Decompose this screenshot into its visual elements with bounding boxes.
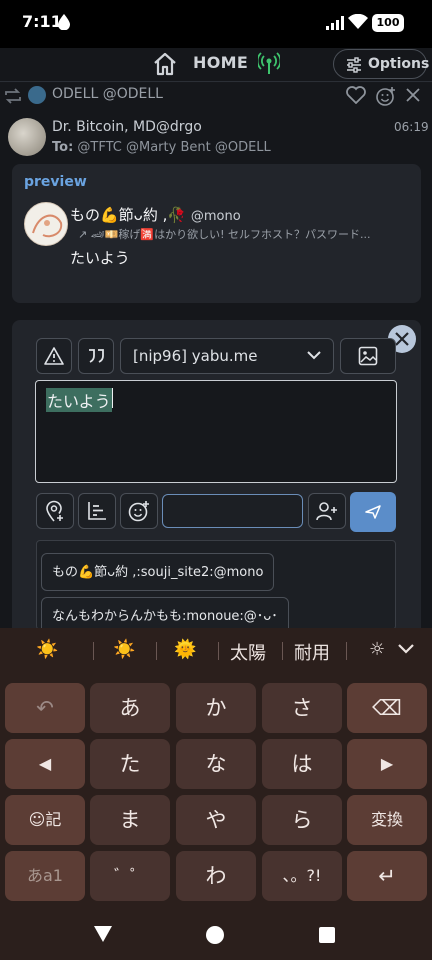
preview-author: もの💪‍節ᴗ約 ,🥀 @mono [70,206,241,224]
wifi-icon [348,14,368,30]
upload-server-select[interactable]: [nip96] yabu.me [120,338,334,374]
expand-candidates-icon[interactable] [398,644,414,654]
chart-icon [88,502,106,520]
key-sa[interactable]: さ [262,683,342,733]
top-navigation: HOME Options [0,48,432,82]
repost-header: ODELL @ODELL [0,84,432,108]
ime-candidate-bar: ☀️ ☀️ 🌞 太陽 耐用 ☼ [0,628,432,674]
mention-suggestions: もの💪‍節ᴗ約 ,:souji_site2:@mono なんもわからんかもも:m… [36,540,396,630]
suggestion-item[interactable]: なんもわからんかもも:monoue:@･ᴗ･ [41,597,289,629]
preview-card: preview もの💪‍節ᴗ約 ,🥀 @mono ↗ 🏎💴稼げ🈵はかり欲しい! … [12,164,421,303]
key-ta[interactable]: た [90,739,170,789]
post-header: Dr. Bitcoin, MD@drgo 06:19 To: @TFTC @Ma… [0,112,432,162]
avatar[interactable] [28,86,46,104]
repost-icon [4,88,22,104]
attach-image-button[interactable] [340,338,396,374]
add-user-icon [316,502,337,521]
send-button[interactable] [350,492,396,532]
candidate-sun-emoji[interactable]: ☀️ [36,639,58,660]
location-plus-icon [46,500,63,522]
candidate-sun-face-emoji[interactable]: 🌞 [174,639,196,660]
image-icon [358,346,378,366]
cursor-left-key[interactable]: ◀ [5,739,85,789]
input-mode-key[interactable]: あa1 [5,851,85,901]
mention-user-button[interactable] [308,493,346,529]
relay-status-icon[interactable] [258,52,280,76]
divider [93,642,94,660]
key-wa[interactable]: わ [176,851,256,901]
suggestion-item[interactable]: もの💪‍節ᴗ約 ,:souji_site2:@mono [41,553,275,591]
key-na[interactable]: な [176,739,256,789]
avatar [24,202,68,246]
heart-icon[interactable] [346,86,366,104]
sliders-icon [346,57,362,73]
punctuation-key[interactable]: 、。?! [262,851,342,901]
emoji-plus-icon [128,501,149,522]
quote-icon [89,349,104,363]
quote-button[interactable] [78,338,114,374]
options-button[interactable]: Options [333,49,430,79]
back-icon[interactable] [94,926,112,942]
options-label: Options [368,56,430,72]
repost-author[interactable]: ODELL @ODELL [52,86,163,102]
send-icon [365,505,381,519]
upload-server-value: [nip96] yabu.me [133,347,258,365]
emoji-symbol-key[interactable]: ☺記 [5,795,85,845]
cursor-right-key[interactable]: ▶ [347,739,427,789]
battery-icon: 100 [372,14,404,32]
home-icon[interactable] [152,51,178,77]
candidate-sun-emoji-2[interactable]: ☀️ [113,639,135,660]
add-location-button[interactable] [36,493,74,529]
post-author[interactable]: Dr. Bitcoin, MD@drgo [52,119,202,135]
recents-button[interactable] [319,927,335,943]
avatar[interactable] [8,118,46,156]
clock: 7:11 [22,12,62,31]
post-time: 06:19 [394,120,429,134]
signal-icon [326,16,344,30]
home-label[interactable]: HOME [193,53,248,72]
system-nav-bar [0,912,432,960]
key-a[interactable]: あ [90,683,170,733]
divider [282,642,283,660]
keyboard: ↶ あ か さ ⌫ ◀ た な は ▶ ☺記 ま や ら 変換 あa1 ゛゜ わ… [0,674,432,914]
preview-bio: ↗ 🏎💴稼げ🈵はかり欲しい! セルフホスト？パスワード... [78,228,371,241]
divider [156,642,157,660]
enter-key[interactable]: ↵ [347,851,427,901]
close-icon[interactable] [405,87,421,103]
warning-icon [44,347,64,365]
data-saver-icon [58,14,70,30]
compose-textarea[interactable]: たいよう [35,380,397,483]
candidate-taiyo-kanji[interactable]: 太陽 [230,639,266,665]
home-button[interactable] [206,926,224,944]
add-reaction-icon[interactable] [376,86,396,106]
chevron-down-icon [307,351,321,360]
key-ka[interactable]: か [176,683,256,733]
key-ha[interactable]: は [262,739,342,789]
key-ya[interactable]: や [176,795,256,845]
divider [218,642,219,660]
undo-key[interactable]: ↶ [5,683,85,733]
poll-button[interactable] [78,493,116,529]
key-ma[interactable]: ま [90,795,170,845]
key-ra[interactable]: ら [262,795,342,845]
content-warning-button[interactable] [36,338,72,374]
post-recipients: To: @TFTC @Marty Bent @ODELL [52,140,271,155]
add-emoji-button[interactable] [120,493,158,529]
divider [346,642,347,660]
backspace-key[interactable]: ⌫ [347,683,427,733]
preview-label: preview [24,174,87,190]
dakuten-key[interactable]: ゛゜ [90,851,170,901]
candidate-sun-symbol[interactable]: ☼ [369,639,385,660]
preview-body: たいよう [70,249,130,267]
compose-text: たいよう [46,388,112,412]
convert-key[interactable]: 変換 [347,795,427,845]
candidate-taiyo-alt-kanji[interactable]: 耐用 [294,639,330,665]
text-caret [112,388,113,408]
status-bar: 7:11 100 [0,0,432,48]
tag-input[interactable] [162,494,303,528]
